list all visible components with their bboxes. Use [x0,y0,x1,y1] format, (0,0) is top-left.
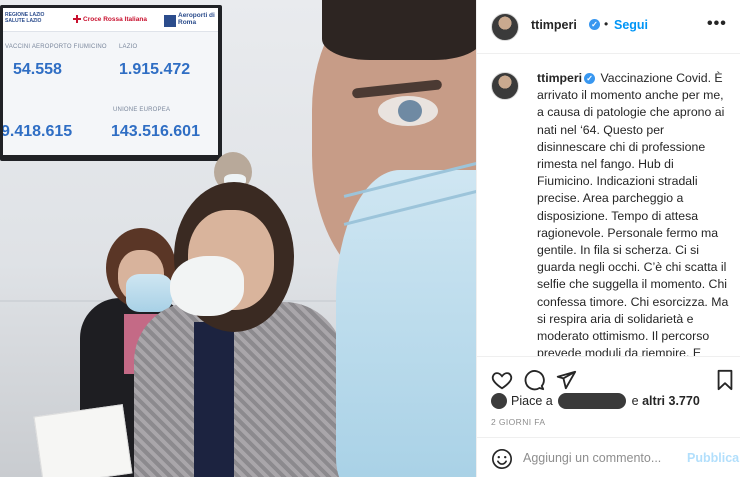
header-username[interactable]: ttimperi [531,18,577,32]
caption-text: Vaccinazione Covid. È arrivato il moment… [537,71,729,356]
redacted-username [558,393,627,409]
label-fiumicino: VACCINI AEROPORTO FIUMICINO [5,44,107,50]
count-fiumicino: 54.558 [13,61,62,78]
follow-button[interactable]: Segui [614,18,648,32]
airport-logo-icon [164,15,176,27]
verified-badge-icon: ✓ [589,19,600,30]
likes-middle: e [631,394,639,408]
likes-prefix: Piace a [511,394,553,408]
selfie-man [282,0,476,477]
avatar[interactable] [491,13,519,41]
post-header: ttimperi ✓ • Segui ••• [477,0,740,54]
label-lazio: LAZIO [119,44,138,50]
label-ue: UNIONE EUROPEA [113,107,171,113]
caption-verified-icon: ✓ [584,73,596,84]
bookmark-icon[interactable] [715,369,735,391]
comment-bar: Pubblica [477,437,740,477]
vaccine-counter-screen: REGIONE LAZIO SALUTE LAZIO Croce Rossa It… [0,5,222,161]
screen-logo-lazio: REGIONE LAZIO SALUTE LAZIO [5,12,45,24]
red-cross-icon [73,15,81,23]
comment-icon[interactable] [523,369,545,391]
count-left-bottom: 9.418.615 [3,123,73,140]
screen-logo-adr: Aeroporti di Roma [178,12,215,26]
separator-dot: • [604,17,609,31]
paper-sheet [33,404,133,477]
screen-logo-cri: Croce Rossa Italiana [83,16,147,23]
likes-count-link[interactable]: altri 3.770 [642,394,700,408]
post-side-panel: ttimperi ✓ • Segui ••• ttimperi ✓ Vaccina… [476,0,740,477]
post-photo[interactable]: REGIONE LAZIO SALUTE LAZIO Croce Rossa It… [0,0,476,477]
heart-icon[interactable] [491,369,513,391]
liker-avatar[interactable] [491,393,507,409]
likes-summary: Piace a e altri 3.770 [491,393,700,411]
screen-header: REGIONE LAZIO SALUTE LAZIO Croce Rossa It… [3,8,218,32]
comment-input[interactable] [523,451,673,465]
count-lazio: 1.915.472 [119,61,191,78]
caption-username[interactable]: ttimperi [537,71,582,85]
paper-plane-icon[interactable] [555,369,577,391]
post-caption: ttimperi ✓ Vaccinazione Covid. È arrivato… [537,70,729,356]
post-timestamp[interactable]: 2 GIORNI FA [491,417,545,427]
count-ue: 143.516.601 [111,123,200,140]
caption-avatar[interactable] [491,72,519,100]
publish-button[interactable]: Pubblica [687,451,739,465]
emoji-icon[interactable] [491,448,513,470]
more-options-icon[interactable]: ••• [707,15,727,33]
